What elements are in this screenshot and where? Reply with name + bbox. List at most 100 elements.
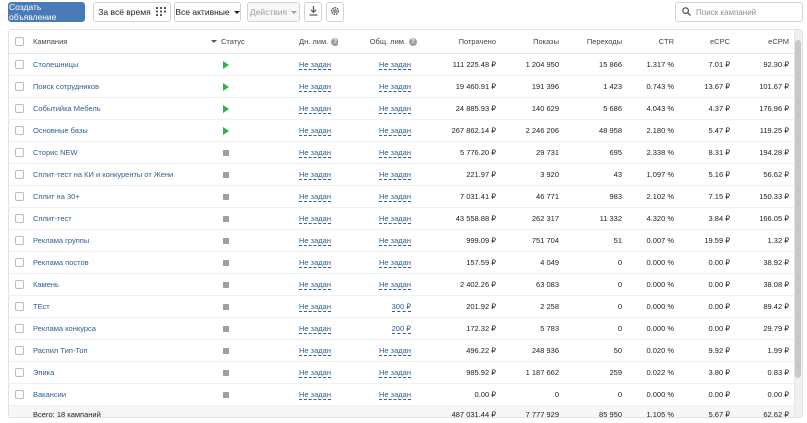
row-checkbox[interactable]: [15, 235, 24, 245]
campaign-name-link[interactable]: ТЕст: [33, 302, 50, 311]
row-checkbox[interactable]: [15, 345, 24, 355]
filter-dropdown[interactable]: Все активные: [174, 2, 241, 22]
stop-icon[interactable]: [223, 369, 229, 376]
campaign-name-link[interactable]: Поиск сотрудников: [33, 82, 99, 91]
daily-limit-link[interactable]: Не задан: [299, 301, 331, 312]
daily-limit-link[interactable]: Не задан: [299, 213, 331, 224]
total-limit-link[interactable]: Не задан: [379, 389, 411, 400]
header-ctr[interactable]: CTR: [628, 30, 680, 54]
row-checkbox[interactable]: [15, 59, 24, 69]
daily-limit-link[interactable]: Не задан: [299, 103, 331, 114]
total-limit-link[interactable]: Не задан: [379, 147, 411, 158]
total-limit-link[interactable]: Не задан: [379, 125, 411, 136]
header-clicks[interactable]: Переходы: [565, 30, 628, 54]
stop-icon[interactable]: [223, 391, 229, 398]
total-limit-link[interactable]: 200 ₽: [391, 323, 411, 334]
total-limit-link[interactable]: Не задан: [379, 367, 411, 378]
daily-limit-link[interactable]: Не задан: [299, 59, 331, 70]
table-row[interactable]: Событийка Мебель Не задан Не задан 24 885.9…: [9, 97, 795, 120]
period-button[interactable]: За всё время: [93, 2, 171, 22]
table-row[interactable]: Сплит на 30+ Не задан Не задан 7 031.41 ₽46…: [9, 185, 795, 208]
row-checkbox[interactable]: [15, 389, 24, 399]
row-checkbox[interactable]: [15, 301, 24, 311]
stop-icon[interactable]: [223, 303, 229, 310]
campaign-name-link[interactable]: Сплит на 30+: [33, 192, 80, 201]
create-ad-button[interactable]: Создать объявление: [8, 2, 85, 22]
stop-icon[interactable]: [223, 149, 229, 156]
header-ecpc[interactable]: eCPC: [680, 30, 736, 54]
header-impressions[interactable]: Показы: [502, 30, 565, 54]
scrollbar-thumb[interactable]: [795, 40, 801, 378]
daily-limit-link[interactable]: Не задан: [299, 81, 331, 92]
campaign-name-link[interactable]: Распил Тип-Топ: [33, 346, 88, 355]
table-row[interactable]: Реклама группы Не задан Не задан 999.09 ₽75…: [9, 229, 795, 252]
campaign-name-link[interactable]: Реклама группы: [33, 236, 89, 245]
campaign-name-link[interactable]: Основные базы: [33, 126, 88, 135]
daily-limit-link[interactable]: Не задан: [299, 323, 331, 334]
table-row[interactable]: Сплит-тест на КИ и конкуренты от Жени Не …: [9, 163, 795, 186]
row-checkbox[interactable]: [15, 191, 24, 201]
play-icon[interactable]: [223, 60, 229, 69]
search-input[interactable]: [696, 7, 796, 17]
row-checkbox[interactable]: [15, 257, 24, 267]
daily-limit-link[interactable]: Не задан: [299, 169, 331, 180]
daily-limit-link[interactable]: Не задан: [299, 147, 331, 158]
stop-icon[interactable]: [223, 259, 229, 266]
daily-limit-link[interactable]: Не задан: [299, 191, 331, 202]
total-limit-link[interactable]: Не задан: [379, 169, 411, 180]
daily-limit-link[interactable]: Не задан: [299, 125, 331, 136]
table-row[interactable]: ТЕст Не задан 300 ₽ 201.92 ₽2 258 0 0.000 % 0.…: [9, 295, 795, 318]
total-limit-link[interactable]: Не задан: [379, 345, 411, 356]
table-row[interactable]: Эпика Не задан Не задан 985.92 ₽1 187 662 25…: [9, 361, 795, 384]
table-row[interactable]: Вакансии Не задан Не задан 0.00 ₽0 0 0.000 % 0…: [9, 383, 795, 406]
row-checkbox[interactable]: [15, 367, 24, 377]
header-total-limit[interactable]: Общ. лим.?: [338, 30, 423, 54]
total-limit-link[interactable]: Не задан: [379, 81, 411, 92]
campaign-name-link[interactable]: Реклама постов: [33, 258, 89, 267]
total-limit-link[interactable]: 300 ₽: [391, 301, 411, 312]
table-row[interactable]: Столешницы Не задан Не задан 111 225.48 ₽1 …: [9, 53, 795, 76]
header-daily-limit[interactable]: Дн. лим.?: [269, 30, 338, 54]
table-row[interactable]: Основные базы Не задан Не задан 267 862.14 …: [9, 119, 795, 142]
total-limit-link[interactable]: Не задан: [379, 103, 411, 114]
header-campaign[interactable]: Кампания: [30, 30, 211, 54]
campaign-name-link[interactable]: Эпика: [33, 368, 54, 377]
daily-limit-link[interactable]: Не задан: [299, 235, 331, 246]
table-row[interactable]: Распил Тип-Топ Не задан Не задан 496.22 ₽24…: [9, 339, 795, 362]
total-limit-link[interactable]: Не задан: [379, 257, 411, 268]
table-row[interactable]: Сторис NEW Не задан Не задан 5 776.20 ₽29 7…: [9, 141, 795, 164]
stop-icon[interactable]: [223, 347, 229, 354]
daily-limit-link[interactable]: Не задан: [299, 345, 331, 356]
campaign-name-link[interactable]: Событийка Мебель: [33, 104, 101, 113]
play-icon[interactable]: [223, 104, 229, 113]
campaign-name-link[interactable]: Столешницы: [33, 60, 78, 69]
play-icon[interactable]: [223, 126, 229, 135]
export-button[interactable]: [304, 2, 322, 22]
table-row[interactable]: Реклама постов Не задан Не задан 157.59 ₽4 …: [9, 251, 795, 274]
stop-icon[interactable]: [223, 237, 229, 244]
row-checkbox[interactable]: [15, 213, 24, 223]
actions-dropdown[interactable]: Действия: [247, 2, 300, 22]
daily-limit-link[interactable]: Не задан: [299, 257, 331, 268]
stop-icon[interactable]: [223, 325, 229, 332]
daily-limit-link[interactable]: Не задан: [299, 279, 331, 290]
row-checkbox[interactable]: [15, 323, 24, 333]
settings-button[interactable]: [326, 2, 344, 22]
campaign-name-link[interactable]: Камень: [33, 280, 59, 289]
total-limit-link[interactable]: Не задан: [379, 191, 411, 202]
header-ecpm[interactable]: eCPM: [736, 30, 795, 54]
row-checkbox[interactable]: [15, 81, 24, 91]
help-icon[interactable]: ?: [331, 37, 338, 46]
search-box[interactable]: [675, 2, 803, 22]
select-all-checkbox[interactable]: [15, 37, 24, 46]
stop-icon[interactable]: [223, 193, 229, 200]
total-limit-link[interactable]: Не задан: [379, 279, 411, 290]
row-checkbox[interactable]: [15, 279, 24, 289]
help-icon[interactable]: ?: [409, 37, 417, 46]
table-row[interactable]: Сплит-тест Не задан Не задан 43 558.88 ₽262…: [9, 207, 795, 230]
total-limit-link[interactable]: Не задан: [379, 235, 411, 246]
campaign-name-link[interactable]: Сплит-тест на КИ и конкуренты от Жени: [33, 170, 173, 179]
row-checkbox[interactable]: [15, 103, 24, 113]
stop-icon[interactable]: [223, 171, 229, 178]
total-limit-link[interactable]: Не задан: [379, 213, 411, 224]
